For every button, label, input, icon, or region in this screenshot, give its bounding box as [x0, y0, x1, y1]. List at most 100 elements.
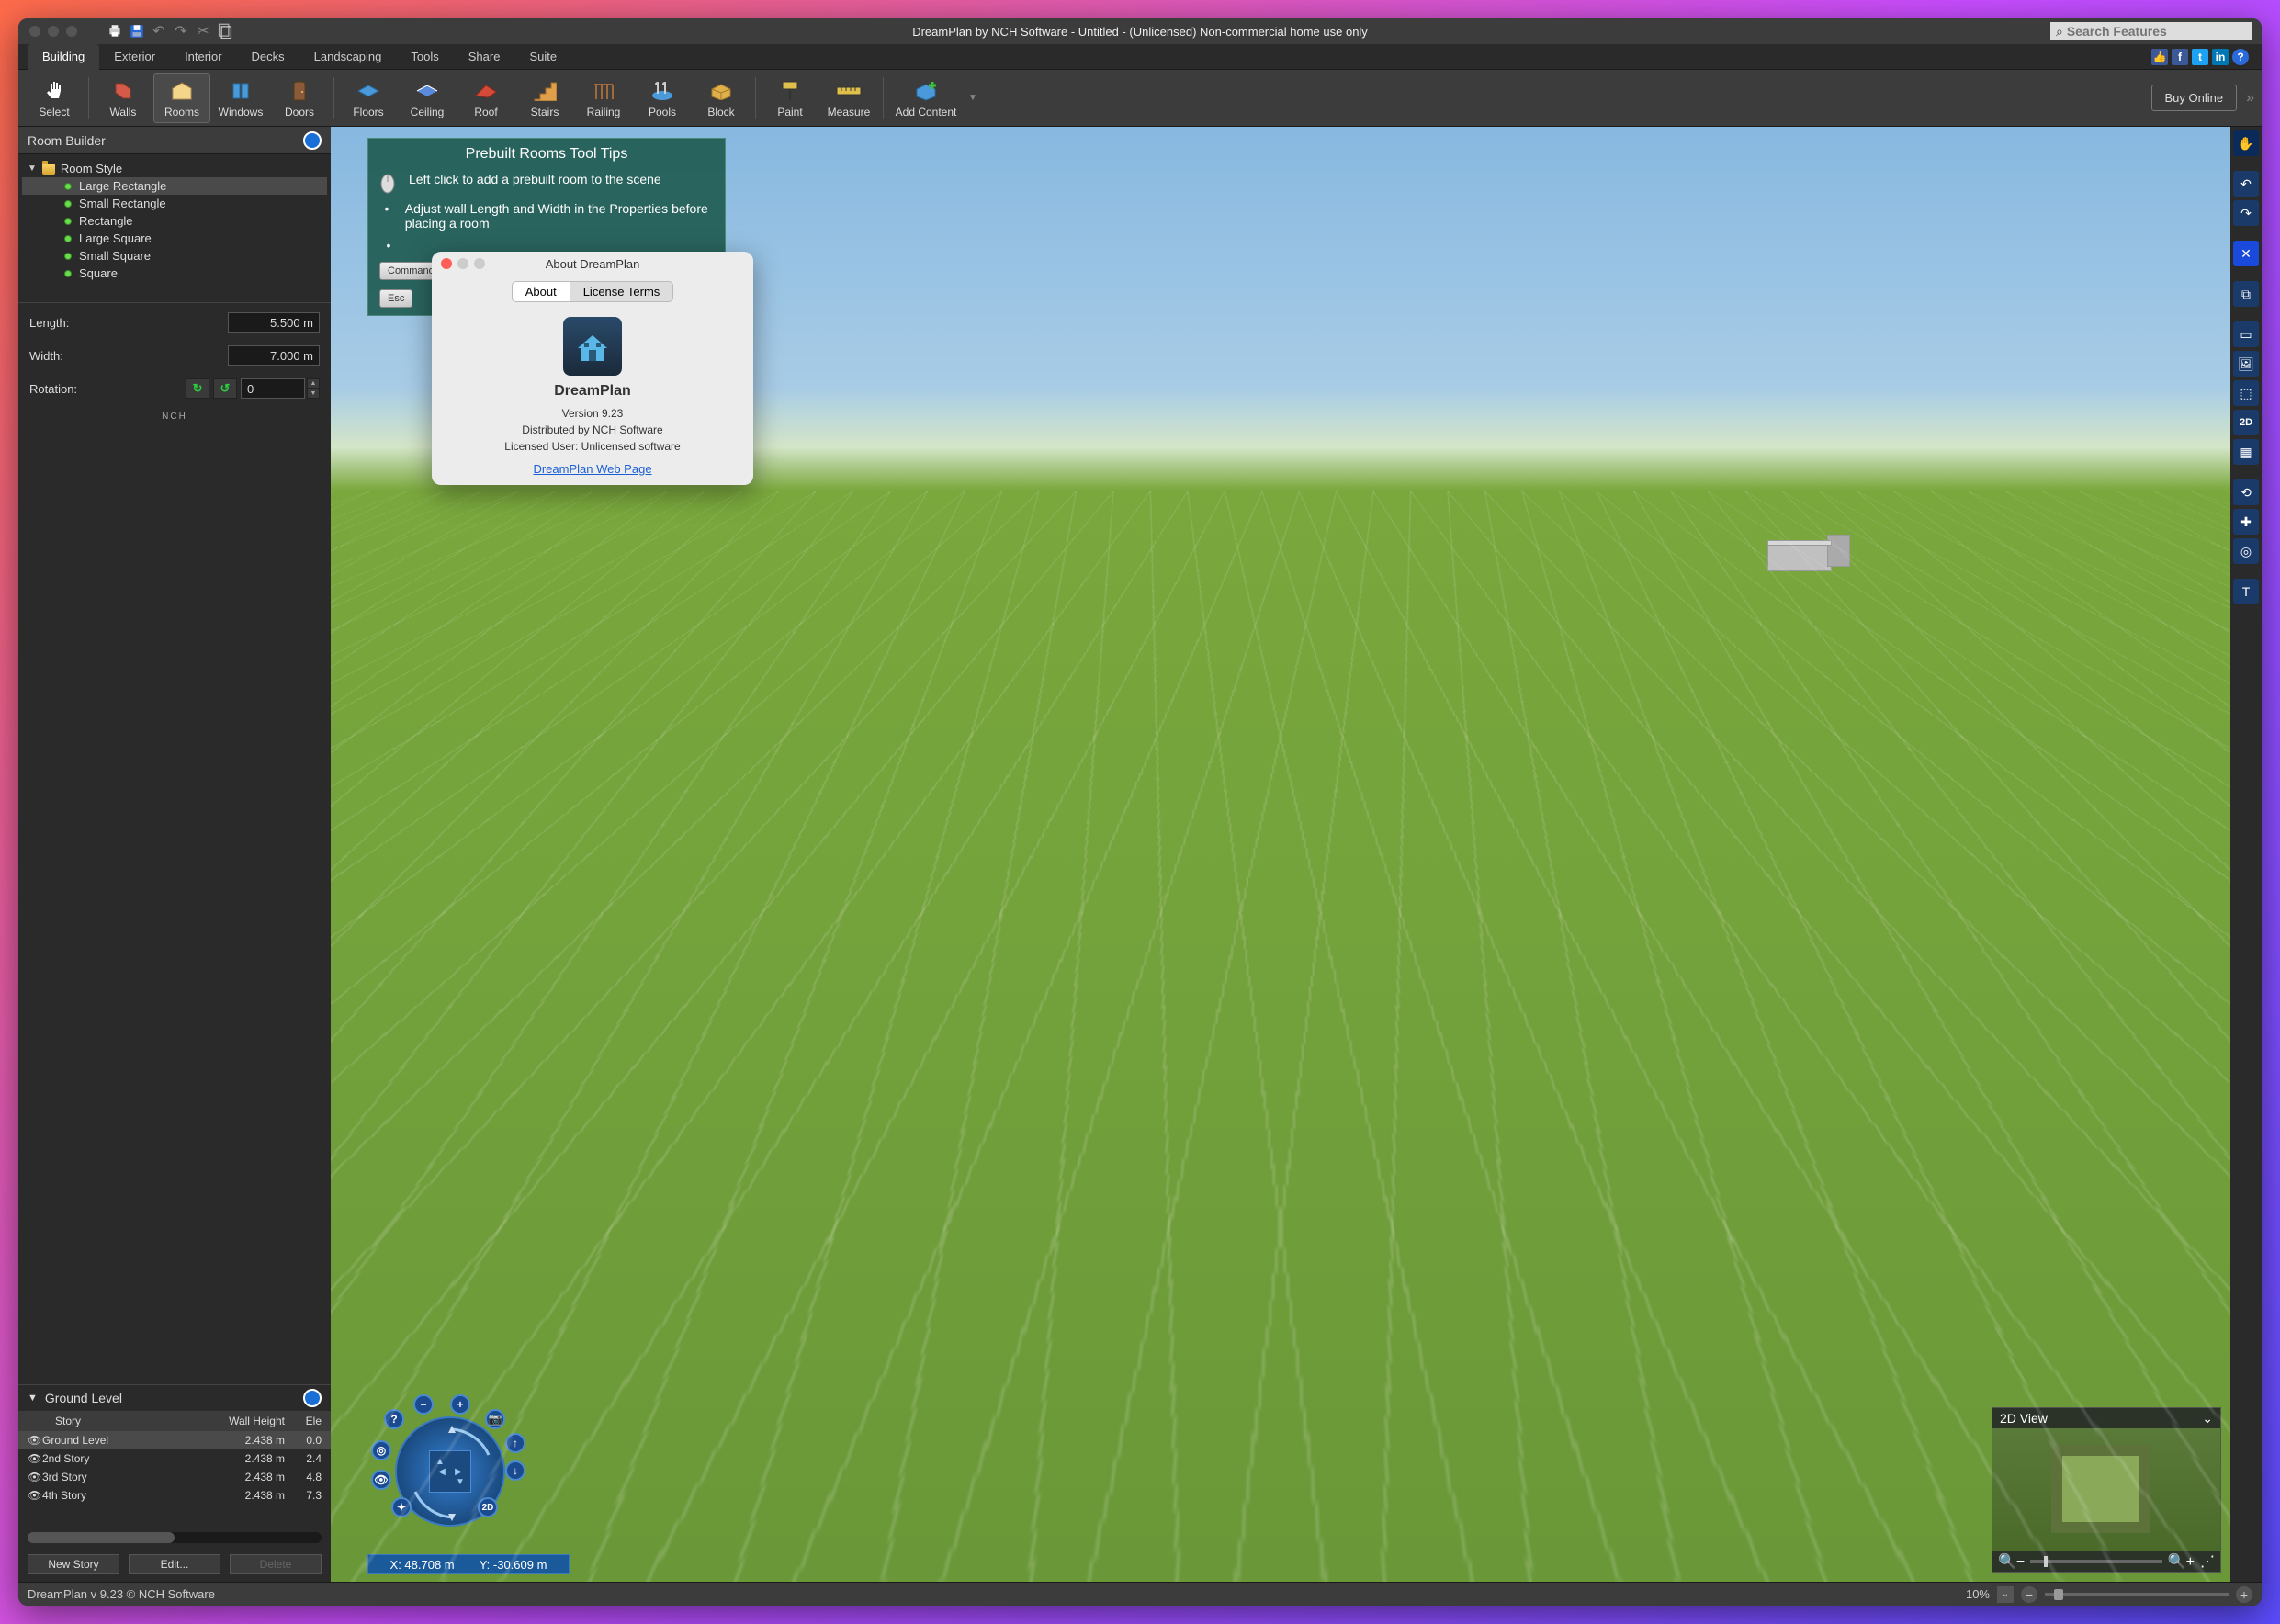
rotate-ccw-icon[interactable]: ↺: [213, 378, 237, 399]
ribbon-doors[interactable]: Doors: [271, 73, 328, 123]
ribbon-add-content[interactable]: Add Content: [889, 73, 963, 123]
edit-story-button[interactable]: Edit...: [129, 1554, 220, 1574]
view-2d-header[interactable]: 2D View ⌄: [1992, 1408, 2220, 1428]
room-style-item[interactable]: Small Rectangle: [22, 195, 327, 212]
walk-icon[interactable]: 👁: [371, 1470, 391, 1490]
ribbon-pools[interactable]: Pools: [634, 73, 691, 123]
tab-suite[interactable]: Suite: [514, 44, 571, 70]
room-style-item[interactable]: Large Square: [22, 230, 327, 247]
tab-decks[interactable]: Decks: [237, 44, 299, 70]
eye-icon[interactable]: 👁: [22, 1471, 37, 1483]
thumbs-up-icon[interactable]: 👍: [2151, 49, 2168, 65]
width-input[interactable]: [228, 345, 320, 366]
image-icon[interactable]: 🖼: [2233, 351, 2259, 377]
rotate-cw-icon[interactable]: ↻: [186, 378, 209, 399]
zoom-out-icon[interactable]: −: [413, 1394, 434, 1415]
linkedin-icon[interactable]: in: [2212, 49, 2229, 65]
help-icon[interactable]: ?: [2232, 49, 2249, 65]
stories-scrollbar[interactable]: [28, 1532, 322, 1543]
camera-icon[interactable]: 📷: [485, 1409, 505, 1429]
arrow-down-icon[interactable]: ↓: [505, 1460, 525, 1481]
room-style-item[interactable]: Large Rectangle: [22, 177, 327, 195]
print-icon[interactable]: [107, 23, 123, 39]
eye-icon[interactable]: 👁: [22, 1452, 37, 1465]
view-2d-icon[interactable]: 2D: [478, 1497, 498, 1517]
wireframe-icon[interactable]: ⬚: [2233, 380, 2259, 406]
align-icon[interactable]: ✚: [2233, 509, 2259, 535]
zoom-out-icon[interactable]: −: [2021, 1586, 2037, 1603]
ribbon-dropdown-icon[interactable]: ▼: [968, 93, 977, 103]
pan-tool-icon[interactable]: ✋: [2233, 130, 2259, 156]
undo-icon[interactable]: ↶: [2233, 171, 2259, 197]
copy-icon[interactable]: ⧉: [2233, 281, 2259, 307]
view-2d-toggle[interactable]: 2D: [2233, 410, 2259, 435]
close-icon[interactable]: [441, 258, 452, 269]
panel-collapse-icon[interactable]: [303, 1389, 322, 1407]
ribbon-walls[interactable]: Walls: [95, 73, 152, 123]
tab-share[interactable]: Share: [454, 44, 515, 70]
rotation-stepper[interactable]: ▲▼: [307, 378, 320, 399]
compass-icon[interactable]: ◎: [2233, 538, 2259, 564]
room-style-item[interactable]: Rectangle: [22, 212, 327, 230]
zoom-slider[interactable]: [2030, 1560, 2161, 1563]
save-icon[interactable]: [129, 23, 145, 39]
rotation-input[interactable]: [241, 378, 305, 399]
ribbon-stairs[interactable]: Stairs: [516, 73, 573, 123]
nav-compass[interactable]: ▲▼ ◀ ▶ − + ? 📷 ◎ ↑ ↓ 👁 ✦ 2D: [367, 1389, 533, 1554]
eye-icon[interactable]: 👁: [22, 1434, 37, 1447]
snap-icon[interactable]: ⟲: [2233, 479, 2259, 505]
zoom-in-icon[interactable]: +: [2236, 1586, 2252, 1603]
tab-interior[interactable]: Interior: [170, 44, 236, 70]
tab-building[interactable]: Building: [28, 44, 99, 70]
zoom-in-icon[interactable]: +: [450, 1394, 470, 1415]
tab-landscaping[interactable]: Landscaping: [299, 44, 397, 70]
zoom-dropdown-icon[interactable]: ⌄: [1997, 1586, 2014, 1603]
close-window-icon[interactable]: [29, 26, 40, 37]
length-input[interactable]: [228, 312, 320, 333]
resize-handle-icon[interactable]: ⋰: [2200, 1552, 2215, 1571]
chevron-down-icon[interactable]: ⌄: [2202, 1411, 2213, 1427]
ribbon-floors[interactable]: Floors: [340, 73, 397, 123]
room-style-item[interactable]: Small Square: [22, 247, 327, 265]
story-row[interactable]: 👁4th Story2.438 m7.3: [18, 1486, 331, 1505]
ribbon-railing[interactable]: Railing: [575, 73, 632, 123]
about-link[interactable]: DreamPlan Web Page: [533, 462, 651, 476]
ribbon-block[interactable]: Block: [693, 73, 750, 123]
ribbon-roof[interactable]: Roof: [457, 73, 514, 123]
view-2d-canvas[interactable]: [1992, 1428, 2220, 1551]
delete-icon[interactable]: ✕: [2233, 241, 2259, 266]
ribbon-measure[interactable]: Measure: [820, 73, 877, 123]
grid-icon[interactable]: ▦: [2233, 439, 2259, 465]
arrow-up-icon[interactable]: ↑: [505, 1433, 525, 1453]
target-icon[interactable]: ◎: [371, 1440, 391, 1460]
undo-icon[interactable]: ↶: [151, 23, 167, 39]
help-icon[interactable]: ?: [384, 1409, 404, 1429]
search-input[interactable]: [2067, 24, 2247, 39]
twitter-icon[interactable]: t: [2192, 49, 2208, 65]
ribbon-ceiling[interactable]: Ceiling: [399, 73, 456, 123]
search-box[interactable]: ⌕: [2050, 22, 2252, 40]
room-style-folder[interactable]: ▼ Room Style: [22, 160, 327, 177]
facebook-icon[interactable]: f: [2172, 49, 2188, 65]
about-tab-about[interactable]: About: [512, 281, 570, 302]
stories-header[interactable]: ▼ Ground Level: [18, 1385, 331, 1411]
copy-icon[interactable]: [217, 23, 233, 39]
buy-online-button[interactable]: Buy Online: [2151, 85, 2238, 111]
zoom-out-icon[interactable]: 🔍−: [1998, 1552, 2025, 1571]
ribbon-windows[interactable]: Windows: [212, 73, 269, 123]
tab-tools[interactable]: Tools: [396, 44, 453, 70]
story-row[interactable]: 👁3rd Story2.438 m4.8: [18, 1468, 331, 1486]
compass-icon[interactable]: ✦: [391, 1497, 412, 1517]
canvas-3d[interactable]: Prebuilt Rooms Tool Tips Left click to a…: [331, 127, 2230, 1582]
cut-icon[interactable]: ✂: [195, 23, 211, 39]
room-style-item[interactable]: Square: [22, 265, 327, 282]
ribbon-paint[interactable]: Paint: [762, 73, 818, 123]
zoom-in-icon[interactable]: 🔍+: [2168, 1552, 2195, 1571]
panel-collapse-icon[interactable]: [303, 131, 322, 150]
text-icon[interactable]: T: [2233, 579, 2259, 604]
zoom-slider[interactable]: [2045, 1593, 2229, 1596]
ribbon-select[interactable]: Select: [26, 73, 83, 123]
minimize-window-icon[interactable]: [48, 26, 59, 37]
new-story-button[interactable]: New Story: [28, 1554, 119, 1574]
about-tab-license[interactable]: License Terms: [570, 281, 674, 302]
